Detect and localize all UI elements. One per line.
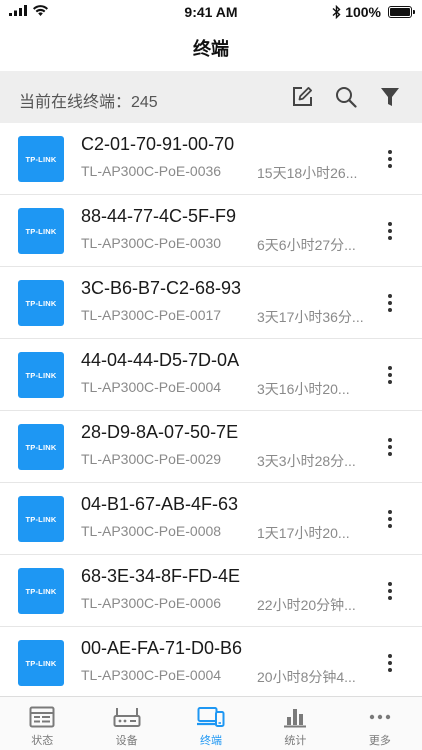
- tab-devices[interactable]: 设备: [84, 697, 168, 750]
- tab-label: 状态: [31, 735, 54, 747]
- tab-bar: 状态 设备 终端 统计 更多: [0, 696, 422, 750]
- battery-percent: 100%: [345, 4, 381, 20]
- tp-link-logo: TP-LINK: [18, 568, 64, 614]
- device-mac: C2-01-70-91-00-70: [81, 134, 235, 154]
- device-model: TL-AP300C-PoE-0006: [81, 595, 222, 611]
- online-duration: 3天3小时28分...: [257, 453, 356, 469]
- more-vertical-icon[interactable]: [380, 147, 400, 171]
- online-duration: 1天17小时20...: [257, 525, 350, 541]
- device-mac: 3C-B6-B7-C2-68-93: [81, 278, 242, 298]
- device-mac: 00-AE-FA-71-D0-B6: [81, 638, 243, 658]
- more-vertical-icon[interactable]: [380, 651, 400, 675]
- more-vertical-icon[interactable]: [380, 579, 400, 603]
- tab-statistics[interactable]: 统计: [253, 697, 337, 750]
- tab-terminals[interactable]: 终端: [169, 697, 253, 750]
- device-mac: 68-3E-34-8F-FD-4E: [81, 566, 241, 586]
- tp-link-logo: TP-LINK: [18, 208, 64, 254]
- bluetooth-icon: [332, 5, 341, 19]
- list-item[interactable]: TP-LINK C2-01-70-91-00-70 TL-AP300C-PoE-…: [0, 123, 422, 195]
- tp-link-logo: TP-LINK: [18, 136, 64, 182]
- online-duration: 22小时20分钟...: [257, 597, 356, 613]
- list-item[interactable]: TP-LINK 68-3E-34-8F-FD-4E TL-AP300C-PoE-…: [0, 555, 422, 627]
- tp-link-logo: TP-LINK: [18, 352, 64, 398]
- status-icon: [28, 705, 56, 729]
- list-item[interactable]: TP-LINK 44-04-44-D5-7D-0A TL-AP300C-PoE-…: [0, 339, 422, 411]
- device-model: TL-AP300C-PoE-0017: [81, 307, 222, 323]
- tab-label: 设备: [115, 735, 138, 747]
- terminal-devices-icon: [197, 705, 225, 729]
- router-icon: [113, 705, 141, 729]
- device-mac: 04-B1-67-AB-4F-63: [81, 494, 239, 514]
- more-vertical-icon[interactable]: [380, 507, 400, 531]
- status-bar: 9:41 AM 100%: [0, 0, 422, 24]
- device-mac: 44-04-44-D5-7D-0A: [81, 350, 240, 370]
- device-model: TL-AP300C-PoE-0036: [81, 163, 222, 179]
- device-mac: 88-44-77-4C-5F-F9: [81, 206, 237, 226]
- list-item[interactable]: TP-LINK 00-AE-FA-71-D0-B6 TL-AP300C-PoE-…: [0, 627, 422, 699]
- online-duration: 20小时8分钟4...: [257, 669, 356, 685]
- nav-bar: 终端: [0, 24, 422, 71]
- online-count-label: 当前在线终端：245: [19, 94, 158, 111]
- device-model: TL-AP300C-PoE-0004: [81, 379, 222, 395]
- summary-bar: 当前在线终端：245: [0, 71, 422, 123]
- device-model: TL-AP300C-PoE-0004: [81, 667, 222, 683]
- tab-status[interactable]: 状态: [0, 697, 84, 750]
- more-vertical-icon[interactable]: [380, 291, 400, 315]
- device-list: TP-LINK C2-01-70-91-00-70 TL-AP300C-PoE-…: [0, 123, 422, 699]
- tab-label: 终端: [200, 735, 223, 747]
- tp-link-logo: TP-LINK: [18, 496, 64, 542]
- device-model: TL-AP300C-PoE-0008: [81, 523, 222, 539]
- online-duration: 6天6小时27分...: [257, 237, 356, 253]
- tp-link-logo: TP-LINK: [18, 424, 64, 470]
- online-duration: 15天18小时26...: [257, 165, 358, 181]
- more-vertical-icon[interactable]: [380, 435, 400, 459]
- more-vertical-icon[interactable]: [380, 363, 400, 387]
- list-item[interactable]: TP-LINK 04-B1-67-AB-4F-63 TL-AP300C-PoE-…: [0, 483, 422, 555]
- online-duration: 3天17小时36分...: [257, 309, 364, 325]
- battery-group: 100%: [332, 4, 415, 20]
- list-item[interactable]: TP-LINK 3C-B6-B7-C2-68-93 TL-AP300C-PoE-…: [0, 267, 422, 339]
- device-model: TL-AP300C-PoE-0029: [81, 451, 222, 467]
- bar-chart-icon: [281, 705, 309, 729]
- battery-icon: [388, 6, 415, 18]
- tab-more[interactable]: 更多: [338, 697, 422, 750]
- list-item[interactable]: TP-LINK 28-D9-8A-07-50-7E TL-AP300C-PoE-…: [0, 411, 422, 483]
- search-icon[interactable]: [334, 85, 358, 109]
- edit-icon[interactable]: [290, 85, 314, 109]
- tab-label: 更多: [368, 735, 391, 747]
- tab-label: 统计: [284, 735, 307, 747]
- tp-link-logo: TP-LINK: [18, 280, 64, 326]
- device-mac: 28-D9-8A-07-50-7E: [81, 422, 239, 442]
- page-title: 终端: [193, 38, 229, 59]
- device-model: TL-AP300C-PoE-0030: [81, 235, 222, 251]
- list-item[interactable]: TP-LINK 88-44-77-4C-5F-F9 TL-AP300C-PoE-…: [0, 195, 422, 267]
- tp-link-logo: TP-LINK: [18, 640, 64, 686]
- online-duration: 3天16小时20...: [257, 381, 350, 397]
- more-vertical-icon[interactable]: [380, 219, 400, 243]
- more-horizontal-icon: [366, 705, 394, 729]
- filter-icon[interactable]: [378, 85, 402, 109]
